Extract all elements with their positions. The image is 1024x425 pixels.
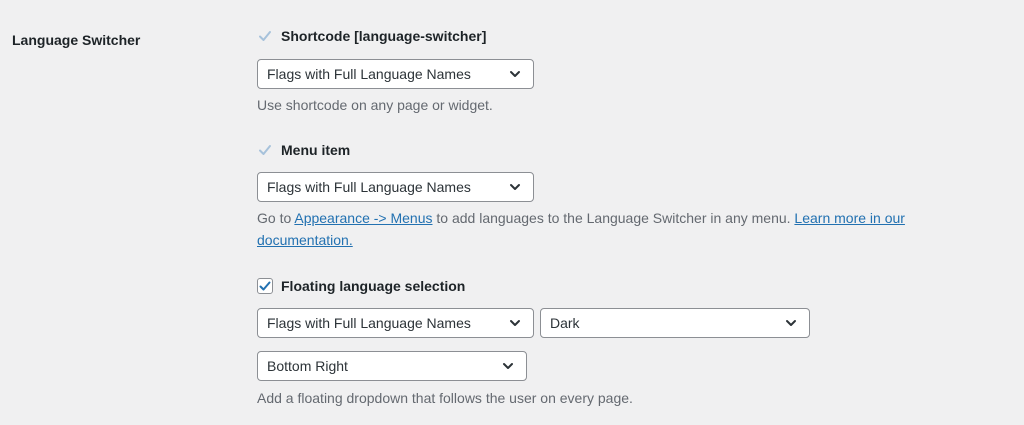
shortcode-style-value: Flags with Full Language Names [267, 66, 471, 82]
menu-item-style-select[interactable]: Flags with Full Language Names [257, 172, 534, 202]
floating-label: Floating language selection [281, 278, 466, 294]
floating-theme-value: Dark [550, 315, 580, 331]
floating-style-select[interactable]: Flags with Full Language Names [257, 308, 534, 338]
chevron-down-icon [507, 315, 523, 331]
shortcode-description: Use shortcode on any page or widget. [257, 97, 493, 113]
appearance-menus-link[interactable]: Appearance -> Menus [294, 210, 432, 226]
floating-position-select[interactable]: Bottom Right [257, 351, 527, 381]
shortcode-option: Shortcode [language-switcher] [257, 26, 486, 46]
floating-style-value: Flags with Full Language Names [267, 315, 471, 331]
chevron-down-icon [507, 179, 523, 195]
shortcode-style-select[interactable]: Flags with Full Language Names [257, 59, 534, 89]
floating-option: Floating language selection [257, 276, 465, 296]
menu-desc-prefix: Go to [257, 210, 295, 226]
menu-item-option: Menu item [257, 140, 350, 160]
menu-item-style-value: Flags with Full Language Names [267, 179, 471, 195]
floating-position-value: Bottom Right [267, 358, 348, 374]
menu-item-checkmark-icon[interactable] [257, 142, 273, 158]
shortcode-label: Shortcode [language-switcher] [281, 28, 487, 44]
section-label: Language Switcher [12, 32, 141, 48]
menu-item-label: Menu item [281, 142, 351, 158]
menu-item-description: Go to Appearance -> Menus to add languag… [257, 207, 997, 251]
chevron-down-icon [507, 66, 523, 82]
menu-desc-middle: to add languages to the Language Switche… [432, 210, 795, 226]
floating-description: Add a floating dropdown that follows the… [257, 390, 633, 406]
chevron-down-icon [783, 315, 799, 331]
checkmark-icon [259, 281, 271, 291]
floating-checkbox[interactable] [257, 278, 273, 294]
floating-theme-select[interactable]: Dark [540, 308, 810, 338]
chevron-down-icon [500, 358, 516, 374]
shortcode-checkmark-icon[interactable] [257, 28, 273, 44]
